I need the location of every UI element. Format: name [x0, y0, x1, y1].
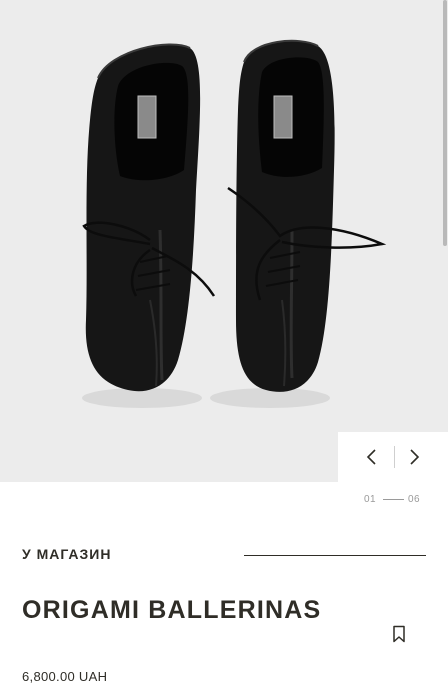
chevron-left-icon	[366, 449, 376, 465]
pager-total: 06	[408, 494, 421, 505]
store-divider	[244, 555, 426, 556]
next-image-button[interactable]	[401, 444, 427, 470]
gallery-nav	[338, 432, 448, 482]
product-image-gallery[interactable]	[0, 0, 448, 482]
product-price: 6,800.00 UAH	[22, 669, 108, 684]
prev-image-button[interactable]	[359, 444, 385, 470]
image-pager: 01 06	[364, 494, 424, 506]
nav-divider	[394, 446, 395, 468]
chevron-right-icon	[410, 449, 420, 465]
scrollbar[interactable]	[443, 0, 447, 246]
pager-current: 01	[364, 494, 377, 505]
right-shoe	[227, 39, 387, 392]
product-title: ORIGAMI BALLERINAS	[22, 596, 322, 624]
product-photo	[82, 39, 387, 408]
pager-divider	[383, 499, 404, 500]
truncated-content	[52, 694, 58, 700]
bookmark-button[interactable]	[391, 625, 407, 643]
left-shoe	[82, 43, 216, 392]
to-store-link[interactable]: У МАГАЗИН	[22, 546, 111, 562]
bookmark-icon	[393, 625, 405, 643]
